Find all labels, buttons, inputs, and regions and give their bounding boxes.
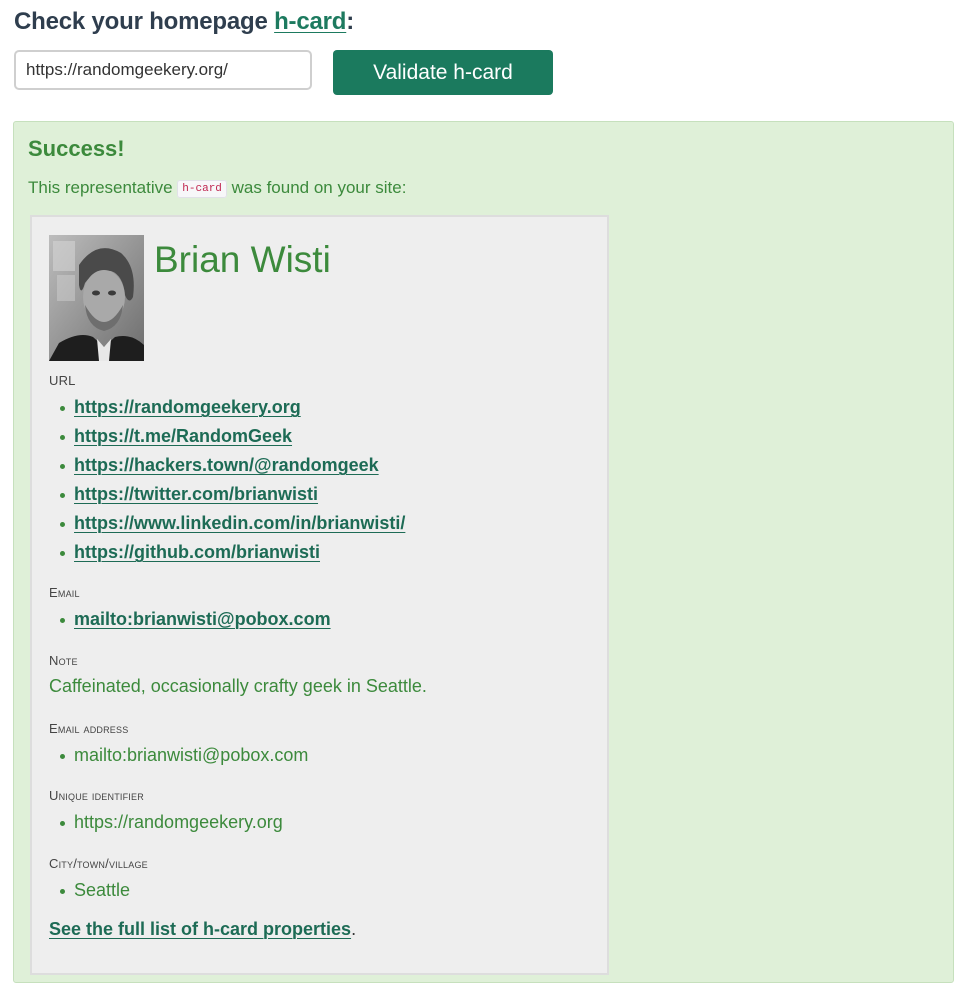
uid-label: Unique identifier [49,788,144,803]
found-prefix: This representative [28,178,178,197]
url-link[interactable]: https://www.linkedin.com/in/brianwisti/ [74,513,405,533]
h-card-code: h-card [177,180,227,198]
list-item: mailto:brianwisti@pobox.com [49,741,308,770]
url-link[interactable]: https://hackers.town/@randomgeek [74,455,379,475]
list-item: https://hackers.town/@randomgeek [49,451,405,480]
list-item: https://randomgeekery.org [49,808,283,837]
page-heading: Check your homepage h-card: [14,8,354,36]
list-item: https://randomgeekery.org [49,393,405,422]
heading-suffix: : [346,8,355,35]
list-item: https://www.linkedin.com/in/brianwisti/ [49,509,405,538]
email-label: Email [49,585,80,600]
full-list-note: See the full list of h-card properties. [49,919,356,940]
url-link[interactable]: https://twitter.com/brianwisti [74,484,318,504]
card-name: Brian Wisti [154,239,331,280]
url-list: https://randomgeekery.org https://t.me/R… [49,393,405,567]
note-text: Caffeinated, occasionally crafty geek in… [49,676,427,696]
heading-bold: homepage [149,8,268,35]
url-input[interactable] [14,50,312,90]
uid-list: https://randomgeekery.org [49,808,283,837]
heading-prefix: Check your [14,8,150,35]
found-message: This representative h-card was found on … [28,178,406,198]
locality-list: Seattle [49,876,130,905]
note-label: Note [49,653,78,668]
avatar-photo [49,235,144,361]
success-panel: Success! This representative h-card was … [13,121,954,983]
list-item: Seattle [49,876,130,905]
avatar [49,235,144,361]
validate-button[interactable]: Validate h-card [333,50,553,95]
list-item: https://github.com/brianwisti [49,538,405,567]
list-item: https://t.me/RandomGeek [49,422,405,451]
url-link[interactable]: https://github.com/brianwisti [74,542,320,562]
email-list: mailto:brianwisti@pobox.com [49,605,331,634]
url-label: URL [49,373,76,388]
found-suffix: was found on your site: [226,178,407,197]
success-title: Success! [28,136,125,161]
full-list-link[interactable]: See the full list of h-card properties [49,919,351,939]
h-card-preview: Brian Wisti URL https://randomgeekery.or… [30,215,609,975]
email-address-list: mailto:brianwisti@pobox.com [49,741,308,770]
email-address-label: Email address [49,721,129,736]
full-list-suffix: . [351,919,357,939]
list-item: mailto:brianwisti@pobox.com [49,605,331,634]
h-card-link[interactable]: h-card [274,8,346,35]
url-link[interactable]: https://t.me/RandomGeek [74,426,292,446]
email-link[interactable]: mailto:brianwisti@pobox.com [74,609,331,629]
locality-label: City/town/village [49,856,148,871]
list-item: https://twitter.com/brianwisti [49,480,405,509]
url-link[interactable]: https://randomgeekery.org [74,397,301,417]
